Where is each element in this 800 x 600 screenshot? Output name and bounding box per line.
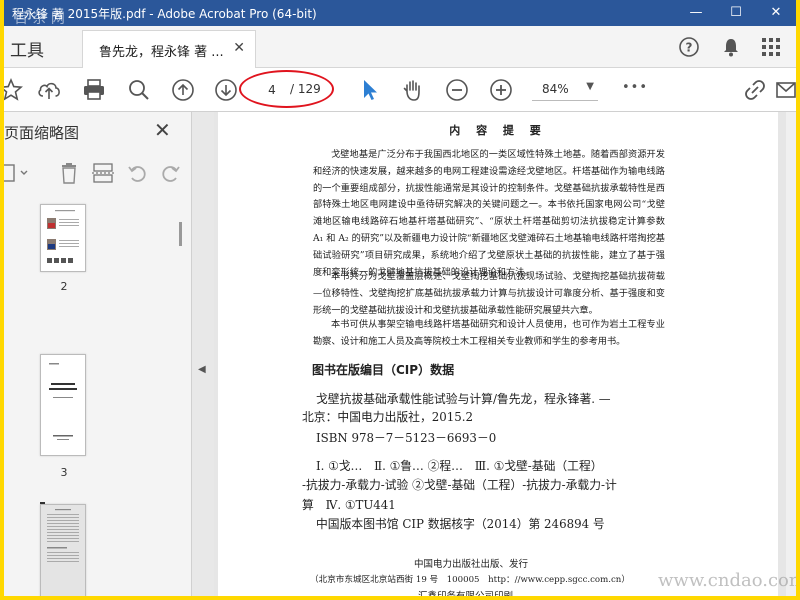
pdf-page: 内 容 提 要 戈壁地基是广泛分布于我国西北地区的一类区域性特殊土地基。随着西部… xyxy=(218,112,778,596)
cip-line: 北京：中国电力出版社，2015.2 xyxy=(302,410,474,424)
minimize-button[interactable]: — xyxy=(676,0,716,26)
abstract-paragraph-1: 戈壁地基是广泛分布于我国西北地区的一类区域性特殊土地基。随着西部资源开发和经济的… xyxy=(313,149,665,278)
cip-isbn: ISBN 978－7－5123－6693－0 xyxy=(316,431,497,445)
extract-page-icon[interactable] xyxy=(92,162,114,188)
panel-splitter[interactable]: ◀ xyxy=(192,112,214,596)
abstract-paragraph-2: 本书共分为戈壁覆盖层概述、戈壁掏挖基础抗拔现场试验、戈壁掏挖基础抗拔荷载—位移特… xyxy=(313,271,665,316)
publisher-address: （北京市东城区北京站西街 19 号 100005 http：//www.cepp… xyxy=(310,575,630,585)
document-scrollbar[interactable] xyxy=(786,112,796,596)
tab-tools[interactable]: 工具 xyxy=(10,36,44,61)
thumbnail-options-icon[interactable] xyxy=(4,162,30,188)
cip-line: 算 Ⅳ. ①TU441 xyxy=(302,498,396,512)
panel-title: 页面缩略图 xyxy=(4,124,80,142)
tab-bar: 工具 鲁先龙，程永锋 著 ... ✕ ? xyxy=(4,26,796,68)
page-heading: 内 容 提 要 xyxy=(449,124,547,137)
thumbnail-label: 3 xyxy=(60,466,68,479)
bell-icon[interactable] xyxy=(720,36,742,62)
cip-line: -抗拔力-承载力-试验 ②戈壁-基础（工程）-抗拔力-承载力-计 xyxy=(302,478,617,492)
page-thumbnail-2[interactable] xyxy=(40,204,86,272)
zoom-out-icon[interactable] xyxy=(444,77,470,103)
print-icon[interactable] xyxy=(81,77,107,103)
previous-page-icon[interactable] xyxy=(170,77,196,103)
next-page-icon[interactable] xyxy=(213,77,239,103)
page-thumbnail-3[interactable] xyxy=(40,354,86,456)
watermark-logo: 百 杂 网 xyxy=(14,11,65,27)
cip-line: 中国版本图书馆 CIP 数据核字（2014）第 246894 号 xyxy=(316,517,605,531)
zoom-in-icon[interactable] xyxy=(488,77,514,103)
zoom-select[interactable]: 84% ▼ xyxy=(532,79,598,101)
thumbnail-list: 2 3 xyxy=(4,198,190,596)
printer-line: 汇鑫印务有限公司印刷 xyxy=(418,588,513,596)
watermark-url: www.cndao.com xyxy=(658,570,796,591)
page-thumbnail-4[interactable] xyxy=(40,504,86,596)
red-highlight-circle xyxy=(239,70,334,108)
thumbnail-label: 2 xyxy=(60,280,68,293)
help-icon[interactable]: ? xyxy=(678,36,700,62)
chevron-down-icon: ▼ xyxy=(586,81,594,92)
select-cursor-icon[interactable] xyxy=(356,77,382,103)
publisher-line: 中国电力出版社出版、发行 xyxy=(414,559,529,570)
cip-title: 图书在版编目（CIP）数据 xyxy=(312,363,455,377)
tab-close-icon[interactable]: ✕ xyxy=(233,40,245,56)
panel-close-icon[interactable]: ✕ xyxy=(154,118,171,142)
thumbnail-scrollbar[interactable] xyxy=(179,222,182,246)
tab-document[interactable]: 鲁先龙，程永锋 著 ... ✕ xyxy=(82,30,256,68)
tab-document-label: 鲁先龙，程永锋 著 ... xyxy=(99,45,224,60)
zoom-value: 84% xyxy=(542,82,569,96)
more-tools-button[interactable]: ••• xyxy=(622,80,648,95)
acrobat-window: 程永锋 著 2015年版.pdf - Adobe Acrobat Pro (64… xyxy=(4,0,796,596)
apps-grid-icon[interactable] xyxy=(760,36,782,62)
abstract-paragraph-3: 本书可供从事架空输电线路杆塔基础研究和设计人员使用，也可作为岩土工程专业勘察、设… xyxy=(313,319,665,347)
document-view: 内 容 提 要 戈壁地基是广泛分布于我国西北地区的一类区域性特殊土地基。随着西部… xyxy=(214,112,786,596)
search-icon[interactable] xyxy=(126,77,152,103)
thumbnails-panel: 页面缩略图 ✕ 2 3 xyxy=(4,112,192,596)
rotate-left-icon[interactable] xyxy=(126,162,148,188)
cloud-upload-icon[interactable] xyxy=(36,77,62,103)
send-icon[interactable] xyxy=(774,77,796,103)
star-icon[interactable] xyxy=(4,77,24,103)
delete-page-icon[interactable] xyxy=(58,162,80,188)
cip-line: Ⅰ. ①戈… Ⅱ. ①鲁… ②程… Ⅲ. ①戈壁-基础（工程） xyxy=(316,459,603,473)
maximize-button[interactable]: ☐ xyxy=(716,0,756,26)
collapse-panel-icon[interactable]: ◀ xyxy=(198,364,206,375)
title-bar: 程永锋 著 2015年版.pdf - Adobe Acrobat Pro (64… xyxy=(4,0,796,27)
hand-tool-icon[interactable] xyxy=(400,77,426,103)
close-window-button[interactable]: ✕ xyxy=(756,0,796,26)
rotate-right-icon[interactable] xyxy=(160,162,182,188)
link-icon[interactable] xyxy=(742,77,768,103)
svg-text:?: ? xyxy=(686,41,693,55)
cip-line: 戈壁抗拔基础承载性能试验与计算/鲁先龙，程永锋著. — xyxy=(316,392,611,406)
toolbar: / 129 84% ▼ ••• xyxy=(4,68,796,112)
